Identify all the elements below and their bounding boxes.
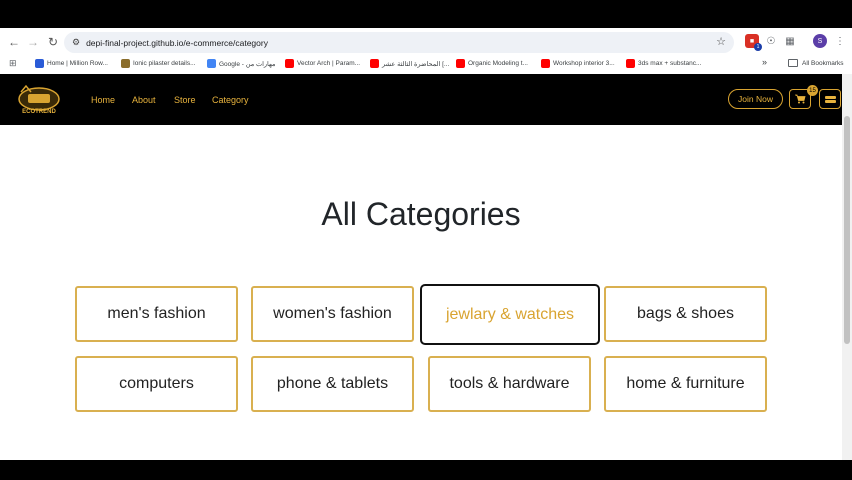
bookmark-favicon-icon (456, 59, 465, 68)
apps-grid-icon[interactable]: ⊞ (9, 58, 17, 69)
extension-icon[interactable]: ■ 1 (745, 34, 762, 51)
bookmark-favicon-icon (541, 59, 550, 68)
kebab-menu-icon[interactable]: ⋮ (833, 34, 847, 48)
bookmark-item[interactable]: Workshop interior 3... (541, 59, 615, 68)
forward-icon[interactable]: → (23, 32, 43, 52)
bottom-letterbox (0, 460, 852, 480)
category-card-bags-shoes[interactable]: bags & shoes (604, 286, 767, 342)
scrollbar-thumb[interactable] (844, 116, 850, 344)
bookmark-item[interactable]: 3ds max + substanc... (626, 59, 701, 68)
browser-window: ← → ↻ ⚙ depi-final-project.github.io/e-c… (0, 28, 852, 460)
bookmark-item[interactable]: Vector Arch | Param... (285, 59, 360, 68)
more-bookmarks-chevron-icon[interactable]: » (762, 57, 767, 67)
ecotrend-logo[interactable]: ECOTREND (12, 82, 66, 116)
nav-home-link[interactable]: Home (91, 95, 115, 105)
bookmark-item[interactable]: Organic Modeling t... (456, 59, 528, 68)
category-card-computers[interactable]: computers (75, 356, 238, 412)
category-card-mens-fashion[interactable]: men's fashion (75, 286, 238, 342)
bookmark-favicon-icon (285, 59, 294, 68)
category-card-tools-hardware[interactable]: tools & hardware (428, 356, 591, 412)
site-info-icon[interactable]: ⚙ (72, 37, 80, 48)
screen: ← → ↻ ⚙ depi-final-project.github.io/e-c… (0, 0, 852, 480)
category-card-phone-tablets[interactable]: phone & tablets (251, 356, 414, 412)
category-card-home-furniture[interactable]: home & furniture (604, 356, 767, 412)
bookmark-favicon-icon (626, 59, 635, 68)
category-card-jewlary-watches[interactable]: jewlary & watches (420, 284, 600, 345)
folder-icon (788, 59, 798, 67)
menu-icon (824, 95, 836, 103)
page-title: All Categories (321, 196, 521, 232)
site-navbar: ECOTREND Home About Store Category Join … (0, 74, 852, 125)
bookmark-favicon-icon (121, 59, 130, 68)
bookmarks-bar: ⊞ Home | Million Row... Ionic pilaster d… (0, 56, 852, 73)
toolbar: ← → ↻ ⚙ depi-final-project.github.io/e-c… (0, 28, 852, 56)
cart-count-badge: 15 (807, 85, 818, 96)
logo-text: ECOTREND (22, 109, 56, 115)
category-card-womens-fashion[interactable]: women's fashion (251, 286, 414, 342)
bookmark-item[interactable]: Home | Million Row... (35, 59, 108, 68)
address-bar[interactable]: ⚙ depi-final-project.github.io/e-commerc… (64, 32, 734, 53)
bookmark-favicon-icon (207, 59, 216, 68)
puzzle-icon[interactable]: ▦ (783, 34, 797, 48)
bookmark-star-icon[interactable]: ☆ (716, 35, 726, 48)
nav-category-link[interactable]: Category (212, 95, 249, 105)
extension-badge: 1 (754, 43, 762, 51)
menu-button[interactable] (819, 89, 841, 109)
bookmark-item[interactable]: Ionic pilaster details... (121, 59, 196, 68)
join-now-button[interactable]: Join Now (728, 89, 783, 109)
bookmark-item[interactable]: Google - مهارات من (207, 59, 276, 68)
reload-icon[interactable]: ↻ (43, 32, 63, 52)
shield-icon[interactable]: ☉ (764, 34, 778, 48)
nav-store-link[interactable]: Store (174, 95, 196, 105)
nav-about-link[interactable]: About (132, 95, 156, 105)
cart-icon (794, 94, 806, 104)
top-letterbox (0, 0, 852, 28)
url-text[interactable]: depi-final-project.github.io/e-commerce/… (86, 38, 268, 48)
bookmark-favicon-icon (35, 59, 44, 68)
bookmark-favicon-icon (370, 59, 379, 68)
all-bookmarks-folder[interactable]: All Bookmarks (788, 59, 844, 67)
back-icon[interactable]: ← (4, 32, 24, 52)
bookmark-item[interactable]: المحاضرة الثالثة عشر [... (370, 59, 449, 68)
profile-avatar[interactable]: S (813, 34, 827, 48)
